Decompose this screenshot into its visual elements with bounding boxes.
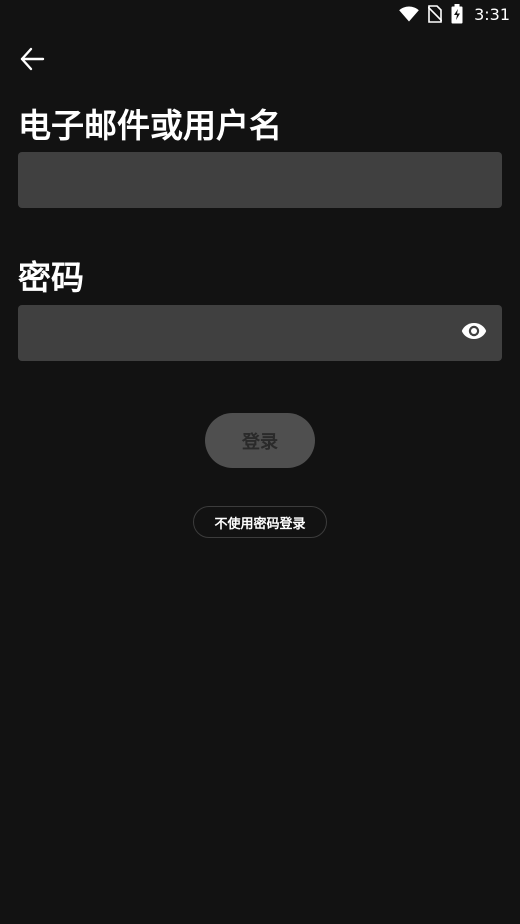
login-button[interactable]: 登录 — [205, 413, 315, 468]
status-time: 3:31 — [474, 4, 510, 24]
battery-charging-icon — [451, 4, 463, 24]
email-field-container — [18, 152, 502, 208]
password-field-container — [18, 305, 502, 361]
email-label: 电子邮件或用户名 — [18, 106, 282, 145]
show-password-toggle[interactable] — [460, 319, 488, 347]
back-button[interactable] — [16, 45, 48, 77]
status-bar: 3:31 — [0, 0, 520, 28]
email-field[interactable] — [18, 152, 502, 208]
wifi-icon — [399, 6, 419, 22]
no-sim-icon — [428, 5, 443, 23]
arrow-left-icon — [19, 46, 45, 76]
password-label: 密码 — [18, 258, 84, 297]
status-icons: 3:31 — [399, 4, 510, 24]
password-field[interactable] — [18, 305, 502, 361]
login-without-password-button[interactable]: 不使用密码登录 — [193, 506, 327, 538]
eye-icon — [461, 322, 487, 344]
